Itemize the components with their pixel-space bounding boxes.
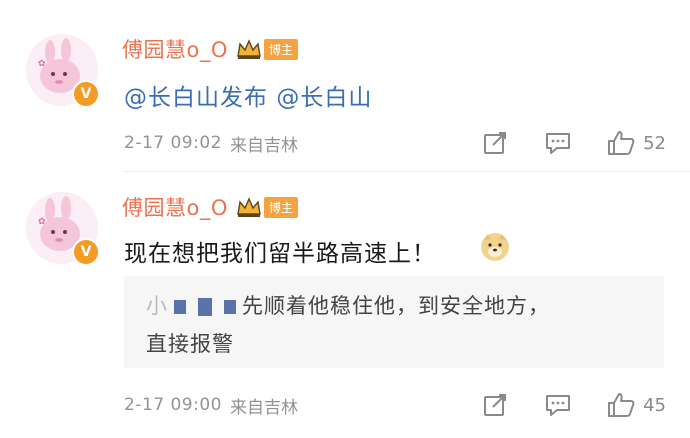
avatar[interactable]: ✿ V [26, 192, 100, 266]
share-icon [484, 132, 507, 154]
redacted-mark [174, 300, 186, 314]
avatar[interactable]: ✿ V [26, 34, 100, 108]
comment-meta: 2-17 09:00 来自吉林 45 [124, 392, 666, 418]
comment-button[interactable] [545, 131, 571, 155]
name-row: 傅园慧o_O 博主 [122, 34, 298, 64]
blogger-badge: 博主 [263, 38, 298, 60]
svg-text:✿: ✿ [38, 59, 46, 69]
comment-button[interactable] [545, 393, 571, 417]
reply-text: 先顺着他稳住他，到安全地方， [242, 294, 550, 318]
like-icon [608, 393, 635, 417]
comment-text: @长白山发布 @长白山 [124, 78, 372, 112]
comment-text: 现在想把我们留半路高速上！ [124, 234, 436, 268]
like-button[interactable]: 52 [607, 130, 666, 156]
reply-quote[interactable]: 小 先顺着他稳住他，到安全地方， 直接报警 [124, 276, 664, 368]
comment-icon [546, 133, 571, 154]
crown-icon [237, 197, 261, 217]
name-row: 傅园慧o_O 博主 [122, 192, 298, 222]
reply-prefix: 小 [146, 294, 168, 318]
comment-body: 现在想把我们留半路高速上！ [124, 241, 436, 267]
redacted-mark [224, 300, 236, 314]
share-button[interactable] [483, 131, 509, 155]
verified-icon: V [72, 80, 100, 108]
reply-line-2: 直接报警 [146, 328, 234, 358]
divider [124, 171, 690, 172]
like-count: 52 [643, 132, 666, 154]
crown-icon [237, 39, 261, 59]
comment-time: 2-17 09:02 [124, 133, 222, 153]
comment-actions: 45 [447, 392, 666, 418]
mention-link[interactable]: @长白山发布 [124, 85, 268, 111]
username[interactable]: 傅园慧o_O [122, 192, 228, 222]
comment-source: 来自吉林 [229, 397, 298, 418]
like-button[interactable]: 45 [607, 392, 666, 418]
like-icon [608, 131, 635, 155]
comment-source: 来自吉林 [229, 135, 298, 156]
comment-meta: 2-17 09:02 来自吉林 52 [124, 130, 666, 156]
blogger-badge: 博主 [263, 196, 298, 218]
comment-time: 2-17 09:00 [124, 395, 222, 415]
doge-emoji [481, 233, 509, 261]
svg-text:✿: ✿ [38, 217, 46, 227]
comment-actions: 52 [447, 130, 666, 156]
like-count: 45 [643, 394, 666, 416]
redacted-mark [198, 298, 212, 316]
reply-line-1: 小 先顺着他稳住他，到安全地方， [146, 290, 550, 320]
comment-icon [546, 395, 571, 416]
share-icon [484, 394, 507, 416]
username[interactable]: 傅园慧o_O [122, 34, 228, 64]
reply-text: 直接报警 [146, 332, 234, 356]
mention-link[interactable]: @长白山 [276, 85, 372, 111]
verified-icon: V [72, 238, 100, 266]
share-button[interactable] [483, 393, 509, 417]
